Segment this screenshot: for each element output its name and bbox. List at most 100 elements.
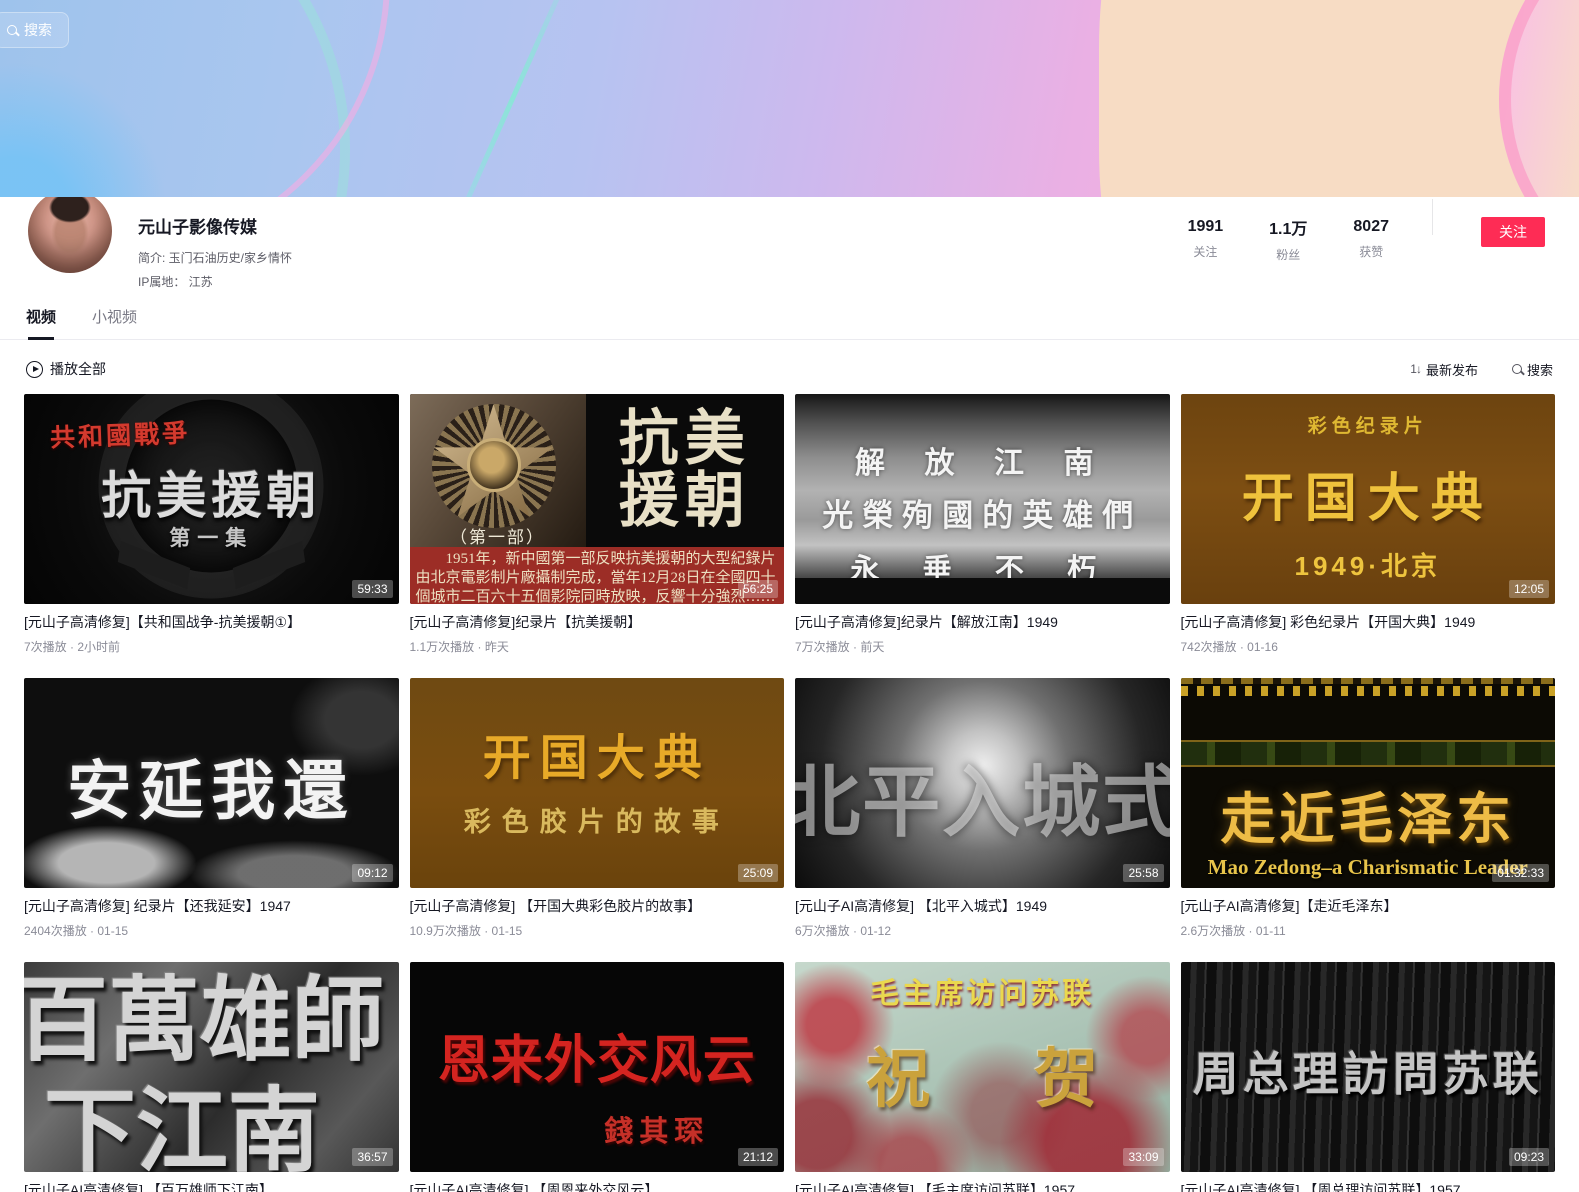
video-card[interactable]: 周总理訪問苏联 09:23 [元山子AI高清修复] 【周总理访问苏联】1957 … xyxy=(1181,962,1556,1192)
video-thumbnail[interactable]: 毛主席访问苏联 祝 贺 33:09 xyxy=(795,962,1170,1172)
thumb-text: 开国大典 xyxy=(1181,456,1556,531)
video-thumbnail[interactable]: （第一部） 抗美 援朝 1951年，新中國第一部反映抗美援朝的大型紀錄片 由北京… xyxy=(410,394,785,604)
thumb-text: 开国大典 xyxy=(410,718,785,788)
thumb-text: 祝 贺 xyxy=(795,1028,1170,1120)
duration-badge: 21:12 xyxy=(738,1148,778,1166)
video-card[interactable]: 解 放 江 南 光榮殉國的英雄們 永 垂 不 朽 52:49 [元山子高清修复]… xyxy=(795,394,1170,655)
thumb-text: 永 垂 不 朽 xyxy=(795,546,1170,588)
channel-page: 搜索 元山子影像传媒 简介: 玉门石油历史/家乡情怀 IP属地： 江苏 1991… xyxy=(0,0,1579,1192)
video-card[interactable]: 彩色纪录片 开国大典 1949·北京 12:05 [元山子高清修复] 彩色纪录片… xyxy=(1181,394,1556,655)
channel-intro: 简介: 玉门石油历史/家乡情怀 xyxy=(138,249,292,266)
follow-button[interactable]: 关注 xyxy=(1481,217,1545,247)
top-search-label: 搜索 xyxy=(24,20,52,40)
video-title[interactable]: [元山子高清修复] 【开国大典彩色胶片的故事】 xyxy=(410,896,785,916)
video-card[interactable]: 安延我還 09:12 [元山子高清修复] 纪录片【还我延安】1947 2404次… xyxy=(24,678,399,939)
video-title[interactable]: [元山子AI高清修复] 【周恩来外交风云】 xyxy=(410,1180,785,1192)
tab-short-videos[interactable]: 小视频 xyxy=(92,306,137,339)
video-card[interactable]: 走近毛泽东 Mao Zedong–a Charismatic Leader 01… xyxy=(1181,678,1556,939)
duration-badge: 25:58 xyxy=(1123,864,1163,882)
video-meta: 1.1万次播放 · 昨天 xyxy=(410,638,785,655)
sort-button[interactable]: 1↓ 最新发布 xyxy=(1410,360,1478,379)
channel-banner: 搜索 xyxy=(0,0,1579,197)
video-title[interactable]: [元山子AI高清修复]【走近毛泽东】 xyxy=(1181,896,1556,916)
video-card[interactable]: 恩来外交风云 錢其琛 21:12 [元山子AI高清修复] 【周恩来外交风云】 4… xyxy=(410,962,785,1192)
thumb-text: 共和國戰爭 xyxy=(49,414,190,455)
thumb-text: 由北京電影制片廠攝制完成，當年12月28日在全國四十 xyxy=(416,569,779,588)
video-title[interactable]: [元山子AI高清修复] 【北平入城式】1949 xyxy=(795,896,1170,916)
video-thumbnail[interactable]: 走近毛泽东 Mao Zedong–a Charismatic Leader 01… xyxy=(1181,678,1556,888)
video-thumbnail[interactable]: 共和國戰爭 抗美援朝 第一集 59:33 xyxy=(24,394,399,604)
duration-badge: 01:32:33 xyxy=(1492,864,1549,882)
video-meta: 7万次播放 · 前天 xyxy=(795,638,1170,655)
stat-following[interactable]: 1991 关注 xyxy=(1188,218,1224,260)
tab-videos[interactable]: 视频 xyxy=(26,306,56,339)
duration-badge: 59:33 xyxy=(352,580,392,598)
profile-header: 元山子影像传媒 简介: 玉门石油历史/家乡情怀 IP属地： 江苏 1991 关注… xyxy=(0,197,1579,290)
thumb-text: 個城市二百六十五個影院同時放映，反響十分強烈…… xyxy=(416,588,779,604)
thumb-text: 下江南 xyxy=(44,1057,320,1172)
list-toolbar: 播放全部 1↓ 最新发布 搜索 xyxy=(0,359,1579,379)
gate-frieze xyxy=(1181,740,1556,767)
video-meta: 7次播放 · 2小时前 xyxy=(24,638,399,655)
video-meta: 2404次播放 · 01-15 xyxy=(24,922,399,939)
thumb-text: 北平入城式 xyxy=(795,740,1170,852)
search-icon xyxy=(1512,364,1522,374)
duration-badge: 36:57 xyxy=(352,1148,392,1166)
video-thumbnail[interactable]: 开国大典 彩色胶片的故事 25:09 xyxy=(410,678,785,888)
video-card[interactable]: 北平入城式 25:58 [元山子AI高清修复] 【北平入城式】1949 6万次播… xyxy=(795,678,1170,939)
video-card[interactable]: 开国大典 彩色胶片的故事 25:09 [元山子高清修复] 【开国大典彩色胶片的故… xyxy=(410,678,785,939)
thumb-text: 毛主席访问苏联 xyxy=(795,970,1170,1012)
stat-likes[interactable]: 8027 获赞 xyxy=(1353,218,1389,260)
video-meta: 2.6万次播放 · 01-11 xyxy=(1181,922,1556,939)
video-thumbnail[interactable]: 恩来外交风云 錢其琛 21:12 xyxy=(410,962,785,1172)
video-thumbnail[interactable]: 周总理訪問苏联 09:23 xyxy=(1181,962,1556,1172)
video-thumbnail[interactable]: 解 放 江 南 光榮殉國的英雄們 永 垂 不 朽 52:49 xyxy=(795,394,1170,604)
video-title[interactable]: [元山子AI高清修复] 【毛主席访问苏联】1957 xyxy=(795,1180,1170,1192)
video-thumbnail[interactable]: 彩色纪录片 开国大典 1949·北京 12:05 xyxy=(1181,394,1556,604)
stats-group: 1991 关注 1.1万 粉丝 8027 获赞 xyxy=(1165,199,1412,263)
duration-badge: 09:23 xyxy=(1509,1148,1549,1166)
thumb-text: 錢其琛 xyxy=(604,1108,709,1150)
video-title[interactable]: [元山子AI高清修复] 【周总理访问苏联】1957 xyxy=(1181,1180,1556,1192)
video-card[interactable]: 共和國戰爭 抗美援朝 第一集 59:33 [元山子高清修复]【共和国战争-抗美援… xyxy=(24,394,399,655)
top-search-button[interactable]: 搜索 xyxy=(0,12,69,48)
thumb-text: 恩来外交风云 xyxy=(410,1018,785,1093)
video-meta: 6万次播放 · 01-12 xyxy=(795,922,1170,939)
banner-corner-shape xyxy=(1499,0,1579,197)
video-title[interactable]: [元山子高清修复] 纪录片【还我延安】1947 xyxy=(24,896,399,916)
thumb-text: 解 放 江 南 xyxy=(795,438,1170,482)
tab-bar: 视频 小视频 xyxy=(0,306,1579,340)
play-all-button[interactable]: 播放全部 xyxy=(26,359,106,379)
thumb-text: 走近毛泽东 xyxy=(1181,774,1556,854)
video-card[interactable]: 毛主席访问苏联 祝 贺 33:09 [元山子AI高清修复] 【毛主席访问苏联】1… xyxy=(795,962,1170,1192)
play-circle-icon xyxy=(26,361,43,378)
stat-followers[interactable]: 1.1万 粉丝 xyxy=(1269,215,1307,263)
thumb-text: 援朝 xyxy=(619,471,751,532)
thumb-text: 抗美 xyxy=(619,409,751,470)
video-card[interactable]: （第一部） 抗美 援朝 1951年，新中國第一部反映抗美援朝的大型紀錄片 由北京… xyxy=(410,394,785,655)
list-search-button[interactable]: 搜索 xyxy=(1512,360,1553,379)
video-title[interactable]: [元山子高清修复] 彩色纪录片【开国大典】1949 xyxy=(1181,612,1556,632)
video-meta: 10.9万次播放 · 01-15 xyxy=(410,922,785,939)
banner-streak xyxy=(444,0,571,197)
video-title[interactable]: [元山子AI高清修复] 【百万雄师下江南】 xyxy=(24,1180,399,1192)
stats-divider xyxy=(1432,199,1433,235)
video-thumbnail[interactable]: 百萬雄師 下江南 36:57 xyxy=(24,962,399,1172)
avatar[interactable] xyxy=(28,189,112,273)
video-title[interactable]: [元山子高清修复]纪录片【抗美援朝】 xyxy=(410,612,785,632)
video-thumbnail[interactable]: 北平入城式 25:58 xyxy=(795,678,1170,888)
thumb-text: 光榮殉國的英雄們 xyxy=(795,490,1170,535)
thumb-text: 周总理訪問苏联 xyxy=(1181,1038,1556,1104)
video-title[interactable]: [元山子高清修复]【共和国战争-抗美援朝①】 xyxy=(24,612,399,632)
video-title[interactable]: [元山子高清修复]纪录片【解放江南】1949 xyxy=(795,612,1170,632)
video-meta: 742次播放 · 01-16 xyxy=(1181,638,1556,655)
search-icon xyxy=(7,25,17,35)
thumb-text: 彩色胶片的故事 xyxy=(410,800,785,839)
video-thumbnail[interactable]: 安延我還 09:12 xyxy=(24,678,399,888)
thumb-text: 安延我還 xyxy=(24,740,399,832)
thumb-text: 1951年，新中國第一部反映抗美援朝的大型紀錄片 xyxy=(416,550,779,569)
channel-name: 元山子影像传媒 xyxy=(138,213,292,238)
video-card[interactable]: 百萬雄師 下江南 36:57 [元山子AI高清修复] 【百万雄师下江南】 688… xyxy=(24,962,399,1192)
gate-ornament xyxy=(1181,686,1556,696)
thumb-text: 彩色纪录片 xyxy=(1181,411,1556,438)
